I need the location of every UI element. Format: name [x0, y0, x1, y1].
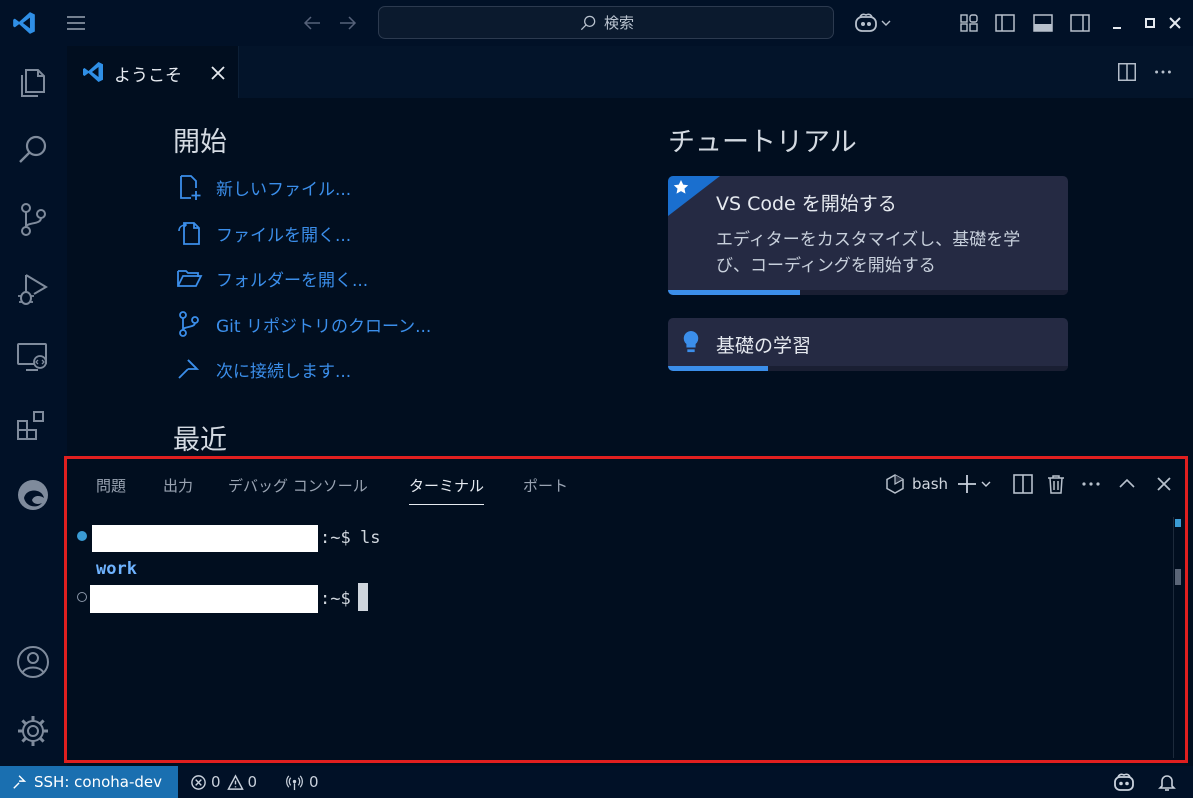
- lightbulb-icon: [680, 329, 702, 355]
- run-and-debug-icon[interactable]: [14, 269, 52, 307]
- forward-arrow-icon[interactable]: [336, 11, 360, 35]
- tab-problems[interactable]: 問題: [96, 475, 126, 496]
- tab-label: ようこそ: [114, 66, 182, 86]
- redacted-hostname: [90, 585, 318, 613]
- maximize-icon[interactable]: [1138, 11, 1162, 35]
- split-terminal-icon[interactable]: [1012, 473, 1034, 495]
- close-panel-icon[interactable]: [1153, 473, 1175, 495]
- panel-more-actions-icon[interactable]: [1080, 473, 1102, 495]
- copilot-status-icon[interactable]: [1113, 772, 1135, 792]
- welcome-page: 開始 新しいファイル... ファイルを開く... フォルダーを開く... Git…: [67, 98, 1193, 456]
- activity-bar: [0, 46, 67, 766]
- recent-heading: 最近: [173, 425, 227, 456]
- tab-welcome[interactable]: ようこそ: [67, 46, 239, 98]
- error-count: 0: [211, 773, 221, 791]
- explorer-icon[interactable]: [14, 62, 52, 100]
- tutorials-heading: チュートリアル: [668, 127, 857, 158]
- command-success-decoration[interactable]: [77, 531, 87, 541]
- title-bar: 検索: [0, 0, 1193, 46]
- terminal-output-directory: work: [96, 559, 137, 579]
- bottom-panel: 問題 出力 デバッグ コンソール ターミナル ポート bash :~$ ls w…: [64, 456, 1188, 763]
- copilot-menu-icon[interactable]: [854, 11, 896, 35]
- ports-count: 0: [309, 773, 319, 791]
- new-file-link[interactable]: 新しいファイル...: [175, 172, 351, 202]
- trash-icon[interactable]: [1045, 473, 1067, 495]
- git-branch-icon: [175, 310, 203, 338]
- broadcast-icon: [286, 774, 303, 791]
- warning-count: 0: [247, 773, 258, 791]
- redacted-hostname: [92, 525, 318, 552]
- error-icon: [190, 774, 207, 791]
- open-file-link[interactable]: ファイルを開く...: [175, 218, 351, 248]
- maximize-panel-chevron-icon[interactable]: [1116, 473, 1138, 495]
- ports-status[interactable]: 0: [286, 766, 319, 798]
- open-folder-icon: [175, 264, 203, 292]
- split-editor-icon[interactable]: [1116, 61, 1138, 83]
- new-terminal-icon[interactable]: [957, 473, 993, 495]
- card-progress-fill: [668, 366, 768, 371]
- status-bar: SSH: conoha-dev 0 0 0: [0, 766, 1193, 798]
- toggle-panel-icon[interactable]: [1031, 11, 1055, 35]
- new-file-icon: [175, 173, 203, 201]
- vscode-tab-icon: [81, 60, 105, 84]
- toggle-secondary-sidebar-icon[interactable]: [1068, 11, 1092, 35]
- prompt-suffix: :~$: [320, 528, 351, 548]
- more-actions-icon[interactable]: [1152, 61, 1174, 83]
- close-tab-icon[interactable]: [208, 63, 228, 83]
- source-control-icon[interactable]: [14, 200, 52, 238]
- prompt-suffix: :~$: [320, 589, 351, 609]
- edge-devtools-icon[interactable]: [14, 476, 52, 514]
- open-folder-link[interactable]: フォルダーを開く...: [175, 263, 368, 293]
- terminal-cursor: [358, 583, 368, 611]
- tab-output[interactable]: 出力: [163, 475, 193, 496]
- toggle-primary-sidebar-icon[interactable]: [993, 11, 1017, 35]
- card-progress-track: [668, 366, 1068, 371]
- card-description-line2: び、コーディングを開始する: [716, 256, 936, 276]
- notifications-bell-icon[interactable]: [1157, 772, 1177, 792]
- terminal-shell-icon: [884, 473, 906, 495]
- minimize-icon[interactable]: [1105, 11, 1129, 35]
- open-file-icon: [175, 219, 203, 247]
- command-center-search[interactable]: 検索: [378, 6, 834, 39]
- search-icon: [578, 13, 598, 33]
- card-title: 基礎の学習: [716, 335, 812, 357]
- accounts-icon[interactable]: [14, 643, 52, 681]
- terminal-scrollbar[interactable]: [1173, 517, 1182, 758]
- connect-to-link[interactable]: 次に接続します...: [175, 354, 351, 384]
- back-arrow-icon[interactable]: [300, 11, 324, 35]
- search-label: 検索: [603, 14, 634, 32]
- vscode-logo-icon: [11, 10, 37, 36]
- tab-terminal[interactable]: ターミナル: [409, 475, 485, 505]
- remote-explorer-icon[interactable]: [14, 338, 52, 376]
- close-window-icon[interactable]: [1163, 11, 1187, 35]
- card-description-line1: エディターをカスタマイズし、基礎を学: [716, 230, 1021, 250]
- scrollbar-thumb[interactable]: [1175, 569, 1181, 585]
- tab-ports[interactable]: ポート: [523, 475, 568, 496]
- remote-label: SSH: conoha-dev: [34, 773, 162, 791]
- walkthrough-card-fundamentals[interactable]: 基礎の学習: [668, 318, 1068, 371]
- featured-star-icon: [668, 176, 720, 216]
- warning-icon: [226, 773, 244, 791]
- editor-tab-bar: ようこそ: [67, 46, 1193, 98]
- search-view-icon[interactable]: [14, 131, 52, 169]
- shell-name[interactable]: bash: [912, 475, 948, 493]
- command-pending-decoration[interactable]: [77, 592, 87, 602]
- menu-icon[interactable]: [64, 11, 88, 35]
- git-clone-link[interactable]: Git リポジトリのクローン...: [175, 309, 431, 339]
- remote-icon: [12, 774, 28, 790]
- start-heading: 開始: [173, 127, 227, 158]
- problems-status[interactable]: 0 0: [190, 766, 257, 798]
- card-title: VS Code を開始する: [716, 193, 897, 215]
- customize-layout-icon[interactable]: [957, 11, 981, 35]
- terminal-command: ls: [360, 528, 381, 548]
- scrollbar-marker: [1175, 519, 1181, 527]
- card-progress-fill: [668, 290, 800, 295]
- card-progress-track: [668, 290, 1068, 295]
- walkthrough-card-get-started[interactable]: VS Code を開始する エディターをカスタマイズし、基礎を学 び、コーディン…: [668, 176, 1068, 295]
- extensions-icon[interactable]: [14, 407, 52, 445]
- tab-debug-console[interactable]: デバッグ コンソール: [228, 475, 368, 496]
- manage-gear-icon[interactable]: [14, 712, 52, 750]
- remote-connect-icon: [175, 355, 203, 383]
- remote-indicator[interactable]: SSH: conoha-dev: [0, 766, 178, 798]
